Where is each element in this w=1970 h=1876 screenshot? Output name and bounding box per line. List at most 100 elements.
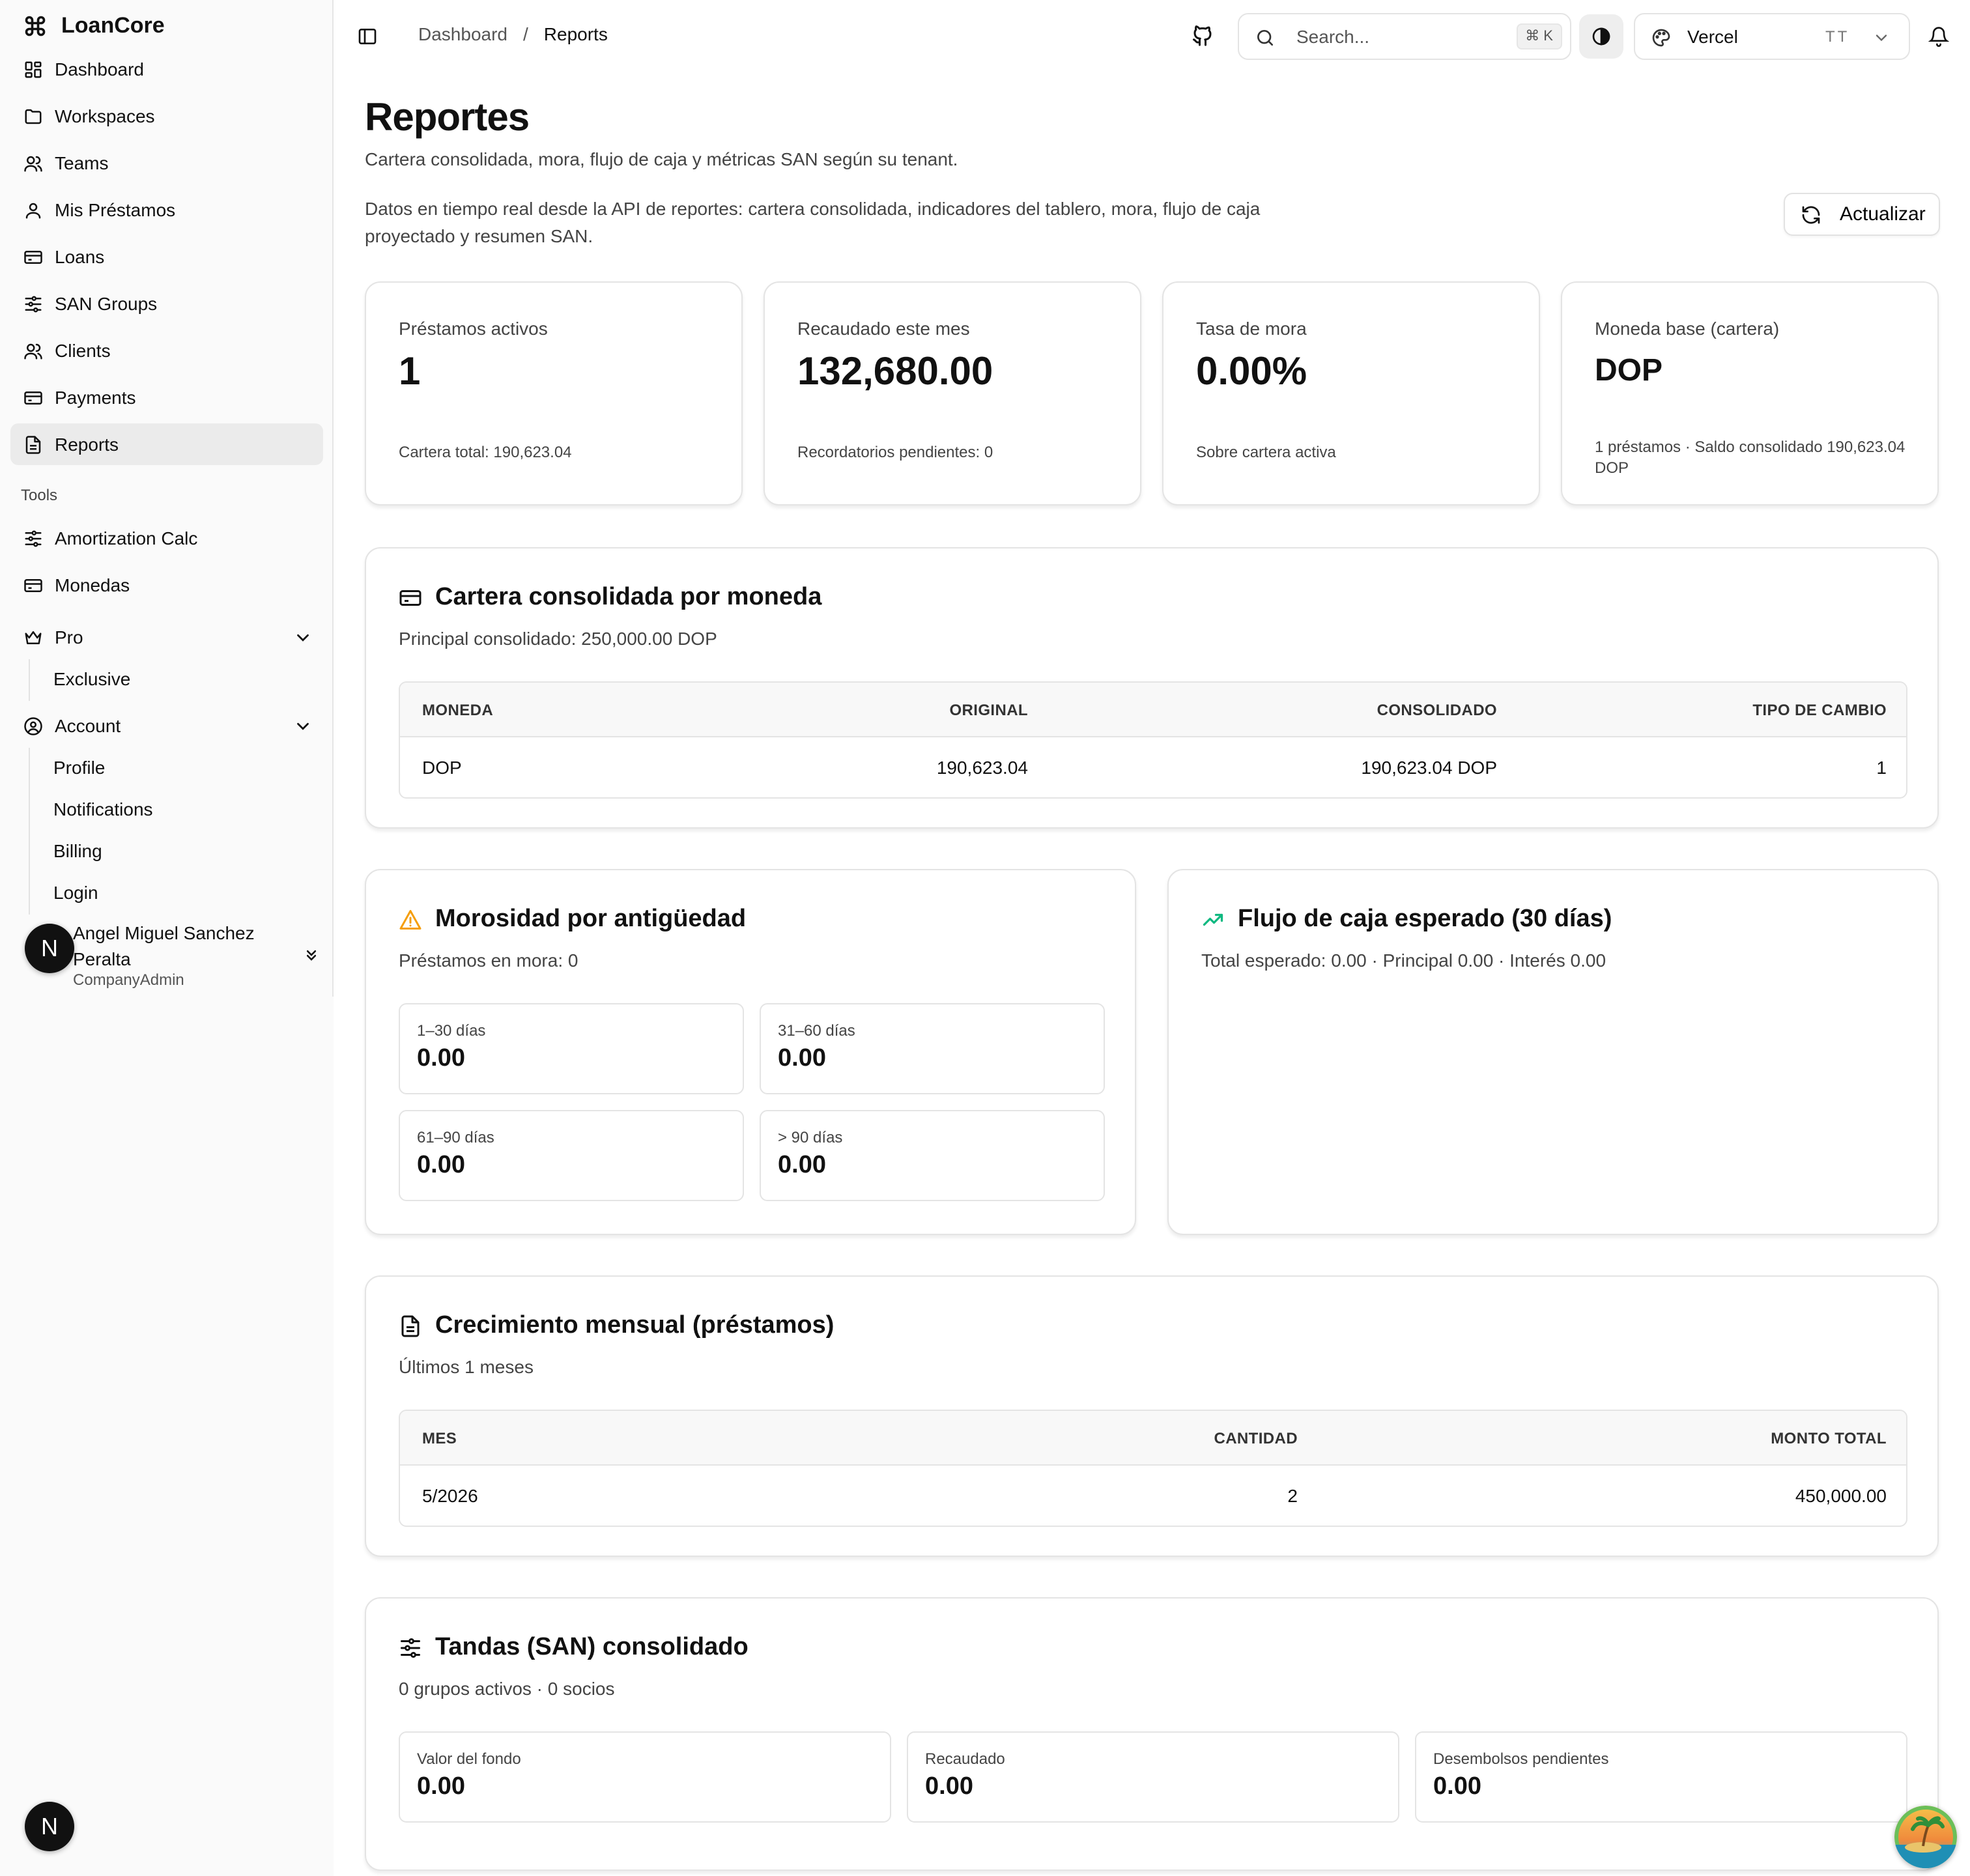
sidebar-item-san-groups[interactable]: SAN Groups xyxy=(10,283,323,324)
brand-name: LoanCore xyxy=(61,13,165,38)
sidebar-item-pro[interactable]: Pro xyxy=(10,616,323,658)
delinquency-card: Morosidad por antigüedad Préstamos en mo… xyxy=(365,869,1136,1235)
sidebar-item-dashboard[interactable]: Dashboard xyxy=(10,48,323,90)
users-icon xyxy=(24,343,42,359)
sidebar-item-label: Dashboard xyxy=(55,59,144,79)
san-box-label: Desembolsos pendientes xyxy=(1433,1750,1609,1768)
page-subtitle: Cartera consolidada, mora, flujo de caja… xyxy=(365,149,958,169)
sidebar-subitem-profile[interactable]: Profile xyxy=(53,754,105,780)
table-cell: 190,623.04 DOP xyxy=(1361,757,1497,778)
account-submenu-line xyxy=(29,748,30,915)
dev-tools-badge[interactable]: N xyxy=(25,1802,74,1851)
page-description: Datos en tiempo real desde la API de rep… xyxy=(365,198,1261,246)
column-header: CONSOLIDADO xyxy=(1377,701,1497,719)
sidebar-item-reports[interactable]: Reports xyxy=(10,423,323,465)
user-name: Angel Miguel Sanchez Peralta xyxy=(73,922,255,969)
stat-footnote: Cartera total: 190,623.04 xyxy=(399,443,572,461)
credit-card-icon xyxy=(399,590,421,606)
sliders-icon xyxy=(25,295,42,312)
sidebar-subitem-login[interactable]: Login xyxy=(53,879,98,905)
stat-card-collected-month: Recaudado este mes 132,680.00 Recordator… xyxy=(764,281,1141,505)
sidebar-item-clients[interactable]: Clients xyxy=(10,330,323,371)
column-header: MES xyxy=(422,1429,457,1447)
beach-island-icon xyxy=(1894,1806,1957,1868)
warning-icon xyxy=(399,910,421,930)
bucket-label: > 90 días xyxy=(778,1128,843,1146)
sidebar-toggle-icon[interactable] xyxy=(357,26,378,47)
card-title: Cartera consolidada por moneda xyxy=(399,584,821,612)
sidebar-item-workspaces[interactable]: Workspaces xyxy=(10,95,323,137)
column-header: MONEDA xyxy=(422,701,494,719)
sidebar-item-payments[interactable]: Payments xyxy=(10,377,323,418)
bucket-61-90: 61–90 días 0.00 xyxy=(399,1110,744,1201)
sidebar-divider xyxy=(332,0,334,997)
bucket-value: 0.00 xyxy=(778,1045,826,1072)
stat-label: Recaudado este mes xyxy=(797,318,970,339)
stat-card-delinquency-rate: Tasa de mora 0.00% Sobre cartera activa xyxy=(1162,281,1540,505)
card-title-text: Morosidad por antigüedad xyxy=(435,905,747,933)
bucket-label: 1–30 días xyxy=(417,1021,486,1040)
san-summary-card: Tandas (SAN) consolidado 0 grupos activo… xyxy=(365,1597,1939,1871)
sidebar-item-account[interactable]: Account xyxy=(10,705,323,746)
bucket-value: 0.00 xyxy=(417,1045,465,1072)
sidebar-item-monedas[interactable]: Monedas xyxy=(10,564,323,606)
stat-value: 1 xyxy=(399,350,421,393)
team-selector[interactable]: Vercel TT xyxy=(1634,13,1910,60)
sidebar-item-label: Amortization Calc xyxy=(55,528,198,548)
breadcrumb-dashboard[interactable]: Dashboard xyxy=(418,23,507,44)
column-header: CANTIDAD xyxy=(1214,1429,1298,1447)
table-cell: 190,623.04 xyxy=(936,757,1028,778)
sidebar-subitem-notifications[interactable]: Notifications xyxy=(53,796,153,822)
theme-toggle-button[interactable] xyxy=(1579,14,1623,59)
column-header: ORIGINAL xyxy=(949,701,1028,719)
stat-value: DOP xyxy=(1595,353,1663,388)
bucket-label: 61–90 días xyxy=(417,1128,494,1146)
bell-icon[interactable] xyxy=(1928,26,1949,47)
contrast-icon xyxy=(1592,27,1610,46)
card-title-text: Tandas (SAN) consolidado xyxy=(435,1634,749,1661)
stat-card-active-loans: Préstamos activos 1 Cartera total: 190,6… xyxy=(365,281,743,505)
bucket-label: 31–60 días xyxy=(778,1021,855,1040)
chevron-down-icon xyxy=(297,722,309,730)
card-title-text: Cartera consolidada por moneda xyxy=(435,584,822,611)
san-pending-disbursements: Desembolsos pendientes 0.00 xyxy=(1415,1731,1907,1823)
san-box-label: Recaudado xyxy=(925,1750,1005,1768)
card-title: Tandas (SAN) consolidado xyxy=(399,1634,749,1662)
refresh-button[interactable]: Actualizar xyxy=(1784,193,1940,236)
sidebar-item-teams[interactable]: Teams xyxy=(10,142,323,184)
sidebar-subitem-billing[interactable]: Billing xyxy=(53,838,102,864)
folder-icon xyxy=(25,108,42,124)
refresh-label: Actualizar xyxy=(1840,203,1926,225)
chevron-down-icon xyxy=(1876,35,1887,42)
sidebar-item-loans[interactable]: Loans xyxy=(10,236,323,277)
sidebar-item-mis-prestamos[interactable]: Mis Préstamos xyxy=(10,189,323,231)
breadcrumb-reports: Reports xyxy=(543,23,608,44)
pro-submenu-line xyxy=(29,659,30,701)
trending-up-icon xyxy=(1203,913,1223,926)
table-cell: 1 xyxy=(1876,757,1887,778)
sidebar-item-label: Payments xyxy=(55,387,136,408)
github-icon[interactable] xyxy=(1191,23,1214,47)
bucket-31-60: 31–60 días 0.00 xyxy=(760,1003,1105,1094)
table-cell: 5/2026 xyxy=(422,1485,478,1506)
user-menu[interactable]: N Angel Miguel Sanchez Peralta CompanyAd… xyxy=(23,920,326,990)
san-box-label: Valor del fondo xyxy=(417,1750,521,1768)
command-icon xyxy=(25,16,46,36)
san-collected: Recaudado 0.00 xyxy=(907,1731,1399,1823)
bucket-value: 0.00 xyxy=(778,1152,826,1179)
chevron-down-icon xyxy=(297,634,309,642)
top-bar: Dashboard / Reports Search... ⌘ K Vercel… xyxy=(334,0,1970,73)
search-input[interactable]: Search... ⌘ K xyxy=(1238,13,1571,60)
card-title: Flujo de caja esperado (30 días) xyxy=(1201,905,1612,934)
breadcrumb: Dashboard / Reports xyxy=(418,23,608,44)
user-circle-icon xyxy=(24,717,42,735)
table-cell: 2 xyxy=(1287,1485,1298,1506)
stat-value: 0.00% xyxy=(1196,350,1307,393)
sidebar-subitem-exclusive[interactable]: Exclusive xyxy=(53,666,130,692)
table-cell: DOP xyxy=(422,757,462,778)
credit-card-icon xyxy=(24,250,42,263)
table-cell: 450,000.00 xyxy=(1795,1485,1887,1506)
assistant-launcher-button[interactable] xyxy=(1894,1806,1957,1868)
brand[interactable]: LoanCore xyxy=(23,10,165,42)
sidebar-item-amortization-calc[interactable]: Amortization Calc xyxy=(10,517,323,559)
